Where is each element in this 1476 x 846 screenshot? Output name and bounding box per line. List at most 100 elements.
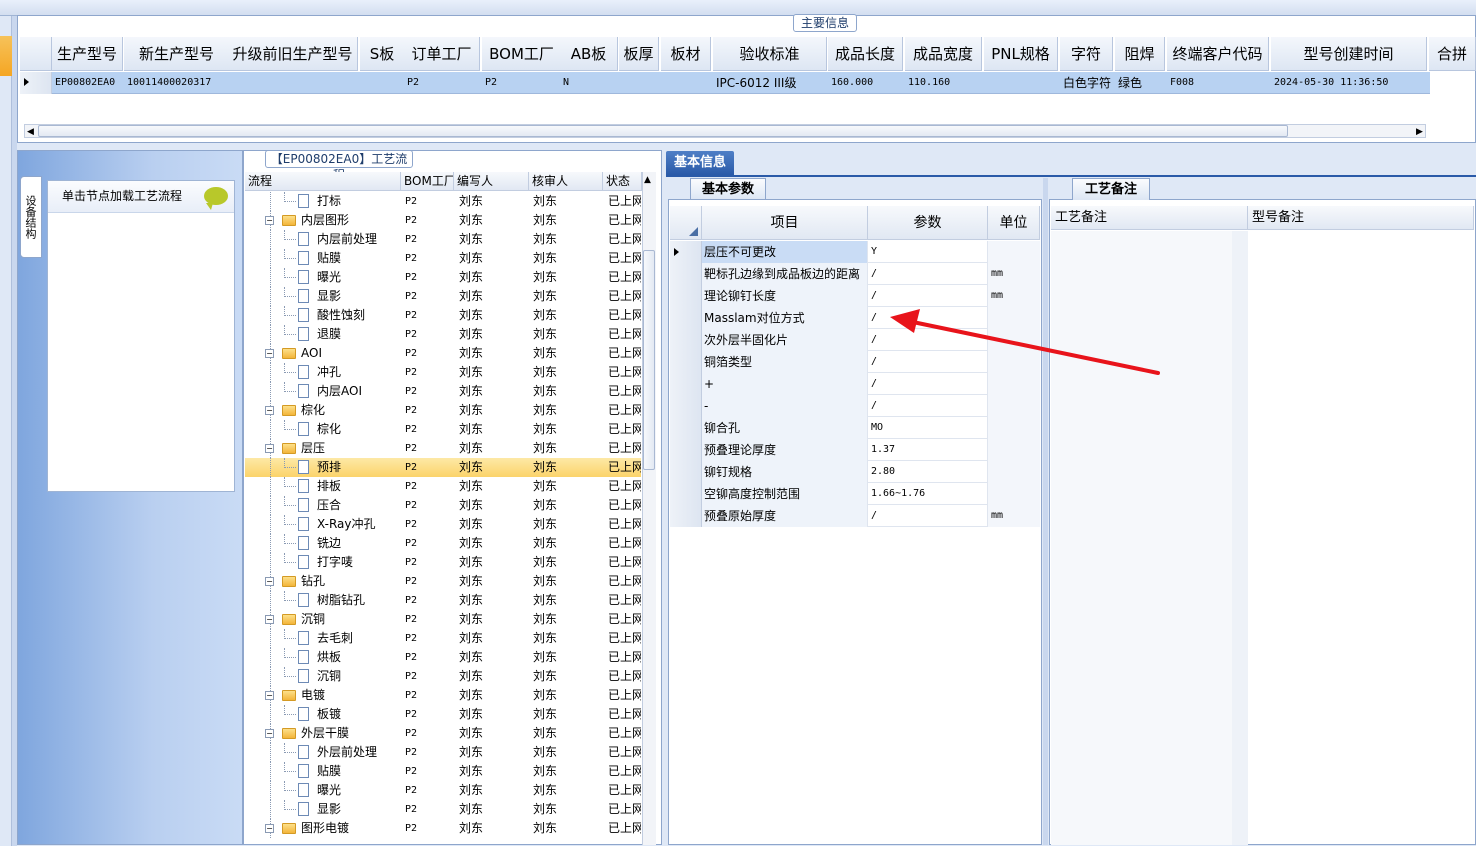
tree-scroll-thumb[interactable] <box>643 250 655 470</box>
expand-toggle-icon[interactable]: − <box>265 444 274 453</box>
expand-toggle-icon[interactable]: − <box>265 349 274 358</box>
main-column-header[interactable]: 成品长度 <box>828 37 903 71</box>
tree-row[interactable]: 内层AOI P2 刘东 刘东 已上网 <box>245 382 641 401</box>
main-column-header[interactable]: 终端客户代码 <box>1167 37 1269 71</box>
param-row[interactable]: 预叠理论厚度 1.37 <box>670 439 1040 461</box>
param-row[interactable]: 靶标孔边缘到成品板边的距离 / mm <box>670 263 1040 285</box>
horizontal-splitter[interactable] <box>17 143 1476 150</box>
tree-column-header[interactable]: 状态 <box>603 172 642 191</box>
tab-basic-params[interactable]: 基本参数 <box>690 178 766 200</box>
main-cell[interactable]: EP00802EA0 <box>55 72 123 94</box>
tree-row[interactable]: 排板 P2 刘东 刘东 已上网 <box>245 477 641 496</box>
tree-row[interactable]: 外层前处理 P2 刘东 刘东 已上网 <box>245 743 641 762</box>
tree-row[interactable]: 打字唛 P2 刘东 刘东 已上网 <box>245 553 641 572</box>
main-column-header[interactable]: 型号创建时间 <box>1271 37 1427 71</box>
tab-process-remarks[interactable]: 工艺备注 <box>1072 178 1150 200</box>
param-value-cell[interactable]: 2.80 <box>868 461 988 483</box>
tree-row[interactable]: 铣边 P2 刘东 刘东 已上网 <box>245 534 641 553</box>
tree-row[interactable]: − 沉铜 P2 刘东 刘东 已上网 <box>245 610 641 629</box>
tree-row[interactable]: − 电镀 P2 刘东 刘东 已上网 <box>245 686 641 705</box>
main-column-header[interactable]: AB板 <box>560 37 618 71</box>
param-row[interactable]: - / <box>670 395 1040 417</box>
param-column-header[interactable]: 单位 <box>988 206 1040 240</box>
param-row[interactable]: 铆钉规格 2.80 <box>670 461 1040 483</box>
main-cell[interactable]: N <box>563 72 618 94</box>
row-header[interactable] <box>670 417 702 439</box>
tree-row[interactable]: − 棕化 P2 刘东 刘东 已上网 <box>245 401 641 420</box>
tree-column-header[interactable]: BOM工厂 <box>401 172 454 191</box>
row-header[interactable] <box>670 373 702 395</box>
main-column-header[interactable]: 板材 <box>661 37 711 71</box>
tree-row[interactable]: 贴膜 P2 刘东 刘东 已上网 <box>245 249 641 268</box>
main-cell[interactable]: 160.000 <box>831 72 903 94</box>
expand-toggle-icon[interactable]: − <box>265 577 274 586</box>
tab-basic-info[interactable]: 基本信息 <box>666 151 734 175</box>
param-row[interactable]: 层压不可更改 Y <box>670 241 1040 263</box>
param-row[interactable]: 铆合孔 MO <box>670 417 1040 439</box>
main-cell[interactable]: 2024-05-30 11:36:50 <box>1274 72 1427 94</box>
row-header[interactable] <box>670 285 702 307</box>
vertical-splitter[interactable] <box>1043 178 1048 845</box>
main-column-header[interactable]: 成品宽度 <box>905 37 982 71</box>
tree-row[interactable]: 压合 P2 刘东 刘东 已上网 <box>245 496 641 515</box>
expand-toggle-icon[interactable]: − <box>265 824 274 833</box>
param-value-cell[interactable]: / <box>868 505 988 527</box>
tree-row[interactable]: − AOI P2 刘东 刘东 已上网 <box>245 344 641 363</box>
tree-row[interactable]: 酸性蚀刻 P2 刘东 刘东 已上网 <box>245 306 641 325</box>
main-column-header[interactable]: BOM工厂 <box>482 37 562 71</box>
main-column-header[interactable]: 合拼 <box>1429 37 1476 71</box>
tree-row[interactable]: 曝光 P2 刘东 刘东 已上网 <box>245 268 641 287</box>
tree-column-header[interactable]: 编写人 <box>454 172 529 191</box>
row-header[interactable] <box>670 505 702 527</box>
param-value-cell[interactable]: / <box>868 263 988 285</box>
main-column-header[interactable]: 新生产型号 <box>124 37 230 71</box>
param-row[interactable]: 空铆高度控制范围 1.66~1.76 <box>670 483 1040 505</box>
row-header[interactable] <box>670 329 702 351</box>
tree-row[interactable]: 显影 P2 刘东 刘东 已上网 <box>245 800 641 819</box>
row-header[interactable] <box>670 483 702 505</box>
param-value-cell[interactable]: 1.37 <box>868 439 988 461</box>
tree-row[interactable]: − 钻孔 P2 刘东 刘东 已上网 <box>245 572 641 591</box>
main-column-header[interactable]: 订单工厂 <box>404 37 480 71</box>
params-corner[interactable] <box>670 206 702 240</box>
param-row[interactable]: 理论铆钉长度 / mm <box>670 285 1040 307</box>
row-header[interactable] <box>670 439 702 461</box>
equipment-structure-tab[interactable]: 设备结构 <box>20 176 42 258</box>
main-cell[interactable]: 10011400020317 <box>127 72 230 94</box>
row-header[interactable] <box>670 461 702 483</box>
param-value-cell[interactable]: / <box>868 395 988 417</box>
row-header[interactable] <box>670 241 702 263</box>
scroll-left-icon[interactable]: ◀ <box>27 127 34 137</box>
main-column-header[interactable]: 阻焊 <box>1115 37 1165 71</box>
main-column-header[interactable]: 生产型号 <box>52 37 123 71</box>
tree-row[interactable]: 冲孔 P2 刘东 刘东 已上网 <box>245 363 641 382</box>
main-column-header[interactable]: 字符 <box>1060 37 1113 71</box>
row-header[interactable] <box>670 351 702 373</box>
main-column-header[interactable]: 验收标准 <box>713 37 827 71</box>
tree-row[interactable]: 曝光 P2 刘东 刘东 已上网 <box>245 781 641 800</box>
tree-row[interactable]: 板镀 P2 刘东 刘东 已上网 <box>245 705 641 724</box>
main-cell[interactable]: F008 <box>1170 72 1269 94</box>
row-header[interactable] <box>670 307 702 329</box>
tree-row[interactable]: 棕化 P2 刘东 刘东 已上网 <box>245 420 641 439</box>
main-cell[interactable]: 110.160 <box>908 72 982 94</box>
tree-row[interactable]: 树脂钻孔 P2 刘东 刘东 已上网 <box>245 591 641 610</box>
tree-row[interactable]: 打标 P2 刘东 刘东 已上网 <box>245 192 641 211</box>
comment-bubble-icon[interactable] <box>204 187 228 210</box>
scroll-up-icon[interactable]: ▲ <box>644 175 651 185</box>
row-header[interactable] <box>20 72 52 94</box>
tree-row[interactable]: 去毛刺 P2 刘东 刘东 已上网 <box>245 629 641 648</box>
tree-row[interactable]: 沉铜 P2 刘东 刘东 已上网 <box>245 667 641 686</box>
main-cell[interactable]: P2 <box>485 72 562 94</box>
row-header[interactable] <box>670 395 702 417</box>
remarks-scrollbar[interactable] <box>1232 231 1248 845</box>
main-cell[interactable]: P2 <box>407 72 480 94</box>
tree-row[interactable]: − 外层干膜 P2 刘东 刘东 已上网 <box>245 724 641 743</box>
tree-row[interactable]: − 内层图形 P2 刘东 刘东 已上网 <box>245 211 641 230</box>
main-scroll-thumb[interactable] <box>38 125 1288 137</box>
row-header[interactable] <box>670 263 702 285</box>
main-column-header[interactable]: PNL规格 <box>984 37 1058 71</box>
main-column-header[interactable]: S板 <box>360 37 405 71</box>
tree-row[interactable]: − 图形电镀 P2 刘东 刘东 已上网 <box>245 819 641 838</box>
tree-row[interactable]: 烘板 P2 刘东 刘东 已上网 <box>245 648 641 667</box>
